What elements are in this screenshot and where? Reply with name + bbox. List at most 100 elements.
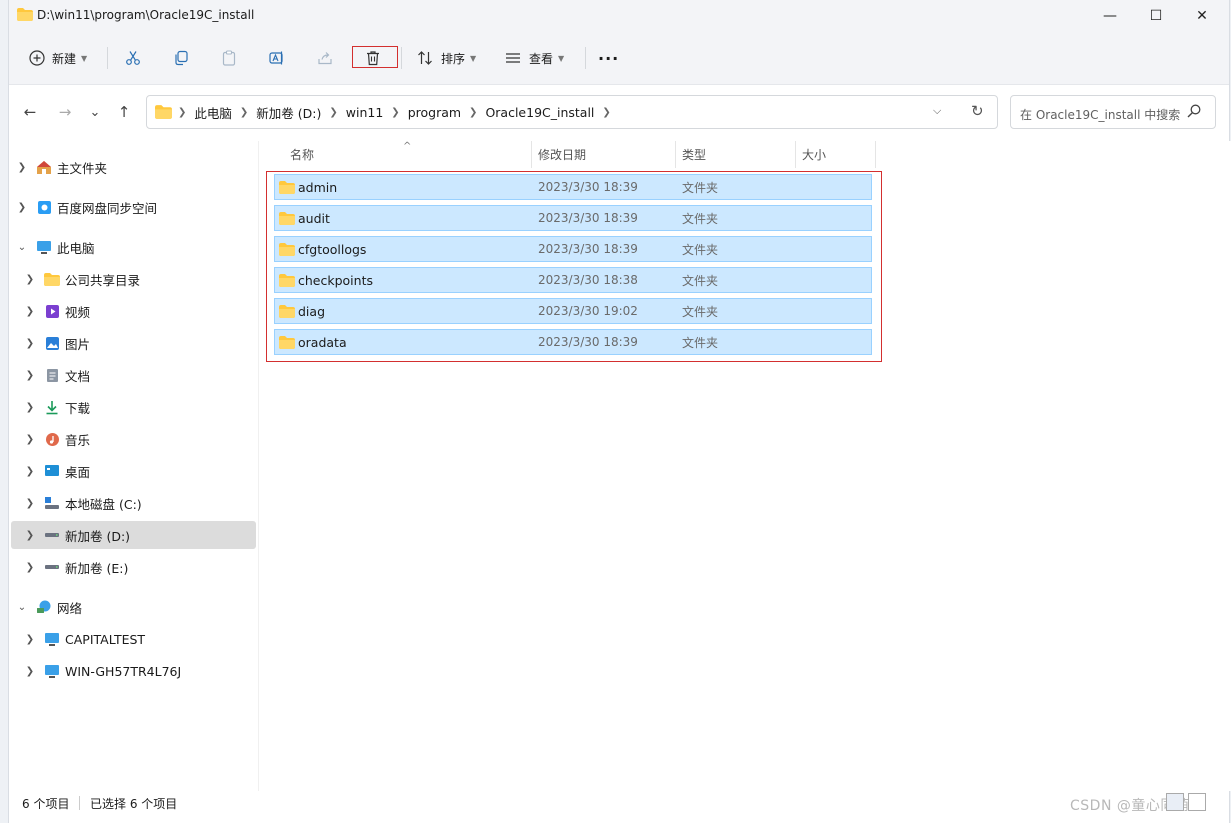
chevron-right-icon[interactable]: ❯ [15, 202, 29, 213]
toolbar-divider [107, 47, 108, 69]
sidebar-item-desktop[interactable]: ❯ 桌面 [11, 457, 256, 485]
view-button[interactable]: 查看 ▼ [505, 44, 564, 72]
details-view-icon[interactable] [1166, 793, 1184, 811]
close-button[interactable]: ✕ [1179, 0, 1225, 32]
up-button[interactable]: ↑ [112, 102, 136, 122]
chevron-down-icon: ▼ [470, 53, 477, 63]
folder-icon [17, 8, 33, 21]
search-icon[interactable] [1187, 104, 1201, 118]
search-box[interactable]: 在 Oracle19C_install 中搜索 [1010, 95, 1216, 129]
chevron-right-icon[interactable]: ❯ [23, 434, 37, 445]
delete-highlight-box [352, 46, 398, 68]
chevron-right-icon: ❯ [602, 106, 611, 118]
toolbar-divider [401, 47, 402, 69]
sidebar-item-drive-d[interactable]: ❯ 新加卷 (D:) [11, 521, 256, 549]
large-icons-view-icon[interactable] [1188, 793, 1206, 811]
computer-icon [43, 663, 61, 679]
chevron-right-icon[interactable]: ❯ [23, 562, 37, 573]
share-button[interactable] [317, 44, 333, 72]
new-label: 新建 [52, 51, 77, 66]
sidebar-item-label: 桌面 [65, 464, 91, 480]
new-button[interactable]: 新建 ▼ [29, 44, 87, 72]
breadcrumb-program[interactable]: program [408, 105, 461, 120]
download-icon [43, 399, 61, 415]
chevron-right-icon[interactable]: ❯ [23, 370, 37, 381]
chevron-right-icon[interactable]: ❯ [23, 530, 37, 541]
view-lines-icon [506, 53, 520, 63]
plus-circle-icon [29, 50, 45, 66]
sidebar-item-music[interactable]: ❯ 音乐 [11, 425, 256, 453]
sidebar-item-label: 主文件夹 [57, 160, 108, 176]
chevron-right-icon[interactable]: ❯ [15, 162, 29, 173]
breadcrumb-oracle19c-install[interactable]: Oracle19C_install [485, 105, 594, 120]
chevron-right-icon[interactable]: ❯ [23, 306, 37, 317]
forward-button[interactable]: → [53, 102, 77, 122]
sidebar-item-company-share[interactable]: ❯ 公司共享目录 [11, 265, 256, 293]
column-header-type[interactable]: 类型 [676, 141, 796, 168]
toolbar-divider [585, 47, 586, 69]
column-header-name[interactable]: 名称 [284, 141, 532, 168]
chevron-down-icon[interactable]: ⌄ [15, 242, 29, 253]
breadcrumb-win11[interactable]: win11 [346, 105, 384, 120]
sidebar-item-network[interactable]: ⌄ 网络 [11, 593, 256, 621]
sidebar-item-this-pc[interactable]: ⌄ 此电脑 [11, 233, 256, 261]
sort-label: 排序 [441, 51, 466, 66]
breadcrumb-this-pc[interactable]: 此电脑 [194, 103, 232, 122]
chevron-right-icon: ❯ [469, 106, 478, 118]
selection-highlight-box [266, 171, 882, 362]
chevron-right-icon: ❯ [178, 106, 187, 118]
sidebar-item-videos[interactable]: ❯ 视频 [11, 297, 256, 325]
chevron-right-icon[interactable]: ❯ [23, 338, 37, 349]
address-bar[interactable]: ❯ 此电脑 ❯ 新加卷 (D:) ❯ win11 ❯ program ❯ Ora… [146, 95, 998, 129]
clipboard-icon [222, 50, 236, 66]
computer-icon [43, 631, 61, 647]
maximize-button[interactable]: ☐ [1133, 0, 1179, 32]
more-button[interactable]: ··· [598, 44, 619, 72]
sidebar-item-win-gh57tr4l76j[interactable]: ❯ WIN-GH57TR4L76J [11, 657, 256, 685]
chevron-right-icon: ❯ [329, 106, 338, 118]
sidebar-item-pictures[interactable]: ❯ 图片 [11, 329, 256, 357]
chevron-right-icon[interactable]: ❯ [23, 666, 37, 677]
rename-button[interactable] [269, 44, 285, 72]
command-bar: 新建 ▼ 排序 ▼ 查看 ▼ ··· [9, 32, 1229, 85]
chevron-right-icon[interactable]: ❯ [23, 634, 37, 645]
column-header-size[interactable]: 大小 [796, 141, 876, 168]
address-dropdown-icon[interactable]: ⌵ [933, 104, 941, 118]
sidebar-item-label: 音乐 [65, 432, 91, 448]
sidebar-item-home[interactable]: ❯ 主文件夹 [11, 153, 256, 181]
sidebar-item-drive-c[interactable]: ❯ 本地磁盘 (C:) [11, 489, 256, 517]
chevron-down-icon: ▼ [558, 53, 565, 63]
sidebar-item-drive-e[interactable]: ❯ 新加卷 (E:) [11, 553, 256, 581]
search-placeholder: 在 Oracle19C_install 中搜索 [1020, 108, 1181, 122]
sidebar-item-downloads[interactable]: ❯ 下载 [11, 393, 256, 421]
paste-button[interactable] [221, 44, 237, 72]
cut-button[interactable] [125, 44, 141, 72]
sidebar-item-label: 本地磁盘 (C:) [65, 496, 142, 512]
breadcrumb-drive-d[interactable]: 新加卷 (D:) [256, 103, 321, 122]
chevron-right-icon[interactable]: ❯ [23, 466, 37, 477]
sidebar-item-label: WIN-GH57TR4L76J [65, 663, 182, 679]
refresh-icon[interactable]: ↻ [971, 102, 984, 120]
sidebar-item-capitaltest[interactable]: ❯ CAPITALTEST [11, 625, 256, 653]
copy-icon [175, 50, 188, 66]
chevron-right-icon[interactable]: ❯ [23, 402, 37, 413]
view-toggle [1166, 793, 1206, 811]
sidebar-item-baidu-sync[interactable]: ❯ 百度网盘同步空间 [11, 193, 256, 221]
sort-button[interactable]: 排序 ▼ [417, 44, 476, 72]
minimize-button[interactable]: — [1087, 0, 1133, 32]
column-header-modified[interactable]: 修改日期 [532, 141, 676, 168]
picture-icon [43, 335, 61, 351]
sidebar-item-documents[interactable]: ❯ 文档 [11, 361, 256, 389]
back-button[interactable]: ← [18, 102, 42, 122]
breadcrumb: ❯ 此电脑 ❯ 新加卷 (D:) ❯ win11 ❯ program ❯ Ora… [155, 96, 613, 128]
home-icon [35, 159, 53, 175]
chevron-right-icon[interactable]: ❯ [23, 274, 37, 285]
copy-button[interactable] [173, 44, 189, 72]
recent-locations-button[interactable]: ⌄ [83, 102, 107, 122]
sidebar-item-label: 图片 [65, 336, 91, 352]
pc-icon [35, 239, 53, 255]
chevron-right-icon[interactable]: ❯ [23, 498, 37, 509]
folder-icon [43, 271, 61, 287]
selected-count: 已选择 6 个项目 [90, 797, 178, 811]
chevron-down-icon[interactable]: ⌄ [15, 602, 29, 613]
